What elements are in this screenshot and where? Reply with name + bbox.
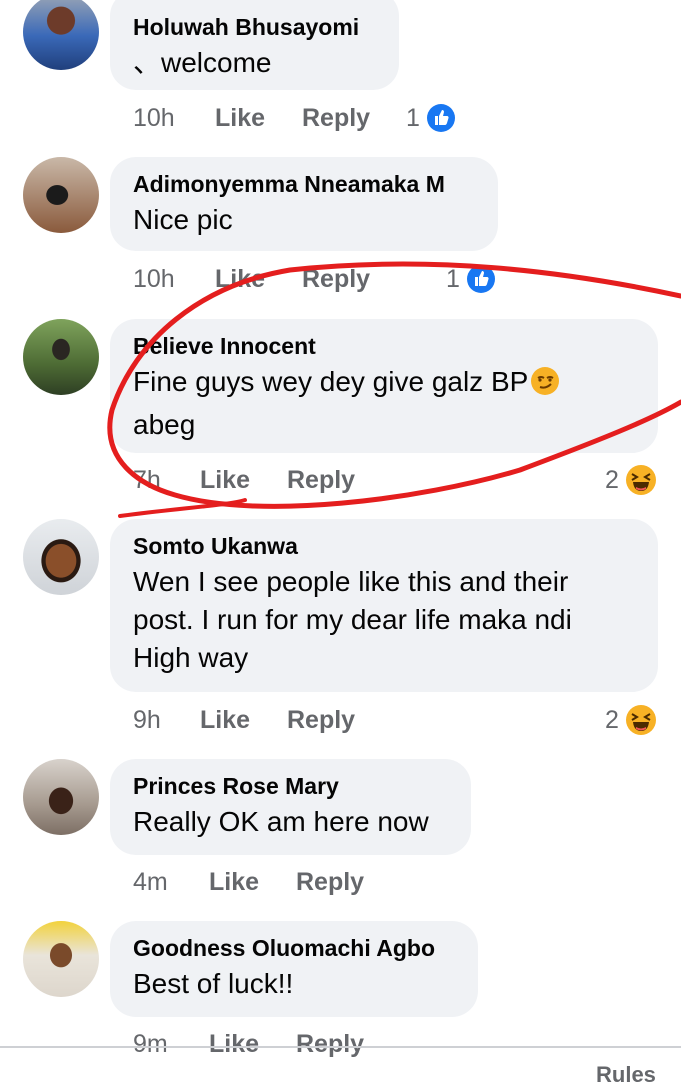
reaction-summary[interactable]: 2 — [605, 462, 657, 498]
commenter-name[interactable]: Goodness Oluomachi Agbo — [133, 933, 454, 963]
comment-text-line: post. I run for my dear life maka ndi — [133, 604, 572, 635]
comment-actions: 9m Like Reply — [133, 1026, 661, 1062]
comment-actions: 9h Like Reply 2 — [133, 702, 661, 738]
commenter-name[interactable]: Princes Rose Mary — [133, 771, 447, 801]
comment-bubble: Goodness Oluomachi Agbo Best of luck!! — [110, 921, 478, 1017]
comment-time[interactable]: 9h — [133, 702, 161, 738]
reply-button[interactable]: Reply — [287, 462, 355, 498]
commenter-name[interactable]: Adimonyemma Nneamaka M — [133, 169, 474, 199]
comment-actions: 10h Like Reply 1 — [133, 261, 661, 297]
commenter-name[interactable]: Holuwah Bhusayomi — [133, 12, 375, 42]
like-button[interactable]: Like — [209, 1026, 259, 1062]
comment-bubble: Believe Innocent Fine guys wey dey give … — [110, 319, 658, 453]
comment-time[interactable]: 10h — [133, 261, 175, 297]
like-button[interactable]: Like — [215, 100, 265, 136]
haha-icon — [625, 465, 656, 495]
commenter-name[interactable]: Believe Innocent — [133, 331, 634, 361]
reaction-summary[interactable]: 2 — [605, 702, 657, 738]
comment-time[interactable]: 10h — [133, 100, 175, 136]
avatar[interactable] — [23, 157, 99, 233]
comment-time[interactable]: 9m — [133, 1026, 168, 1062]
like-button[interactable]: Like — [209, 864, 259, 900]
avatar[interactable] — [23, 519, 99, 595]
comment-bubble: Somto Ukanwa Wen I see people like this … — [110, 519, 658, 692]
avatar[interactable] — [23, 921, 99, 997]
comment-text: Wen I see people like this and their pos… — [133, 563, 634, 677]
comment-text: Really OK am here now — [133, 806, 429, 837]
comment-actions: 4m Like Reply — [133, 864, 661, 900]
comment-bubble: Princes Rose Mary Really OK am here now — [110, 759, 471, 855]
smirk-emoji-icon — [530, 366, 560, 406]
reply-button[interactable]: Reply — [287, 702, 355, 738]
reply-button[interactable]: Reply — [296, 864, 364, 900]
comment-text: Best of luck!! — [133, 968, 294, 999]
comment-text: Nice pic — [133, 204, 233, 235]
comment-actions: 10h Like Reply 1 — [133, 100, 661, 136]
comment-text-line: Fine guys wey dey give galz BP — [133, 366, 529, 397]
commenter-name[interactable]: Somto Ukanwa — [133, 531, 634, 561]
like-icon — [466, 265, 495, 293]
avatar[interactable] — [23, 319, 99, 395]
reaction-count: 1 — [446, 265, 460, 293]
reaction-summary[interactable]: 1 — [446, 261, 496, 297]
comment-text-line: abeg — [133, 409, 196, 440]
reaction-count: 1 — [406, 104, 420, 132]
reply-button[interactable]: Reply — [302, 261, 370, 297]
reply-button[interactable]: Reply — [302, 100, 370, 136]
comment-text: 、welcome — [133, 47, 272, 78]
rules-link[interactable]: Rules — [596, 1062, 656, 1088]
reaction-count: 2 — [605, 706, 619, 734]
avatar[interactable] — [23, 759, 99, 835]
comment-text-line: High way — [133, 642, 249, 673]
comment-time[interactable]: 4m — [133, 864, 168, 900]
reaction-count: 2 — [605, 466, 619, 494]
like-button[interactable]: Like — [215, 261, 265, 297]
comment-bubble: Adimonyemma Nneamaka M Nice pic — [110, 157, 498, 251]
reply-button[interactable]: Reply — [296, 1026, 364, 1062]
comment-text: Fine guys wey dey give galz BP abeg — [133, 363, 634, 444]
haha-icon — [625, 705, 656, 735]
comment-actions: 7h Like Reply 2 — [133, 462, 661, 498]
footer-divider — [0, 1046, 681, 1048]
comment-bubble: Holuwah Bhusayomi 、welcome — [110, 0, 399, 90]
comment-time[interactable]: 7h — [133, 462, 161, 498]
like-icon — [426, 104, 455, 132]
comment-text-line: Wen I see people like this and their — [133, 566, 569, 597]
like-button[interactable]: Like — [200, 462, 250, 498]
reaction-summary[interactable]: 1 — [406, 100, 456, 136]
like-button[interactable]: Like — [200, 702, 250, 738]
avatar[interactable] — [23, 0, 99, 70]
